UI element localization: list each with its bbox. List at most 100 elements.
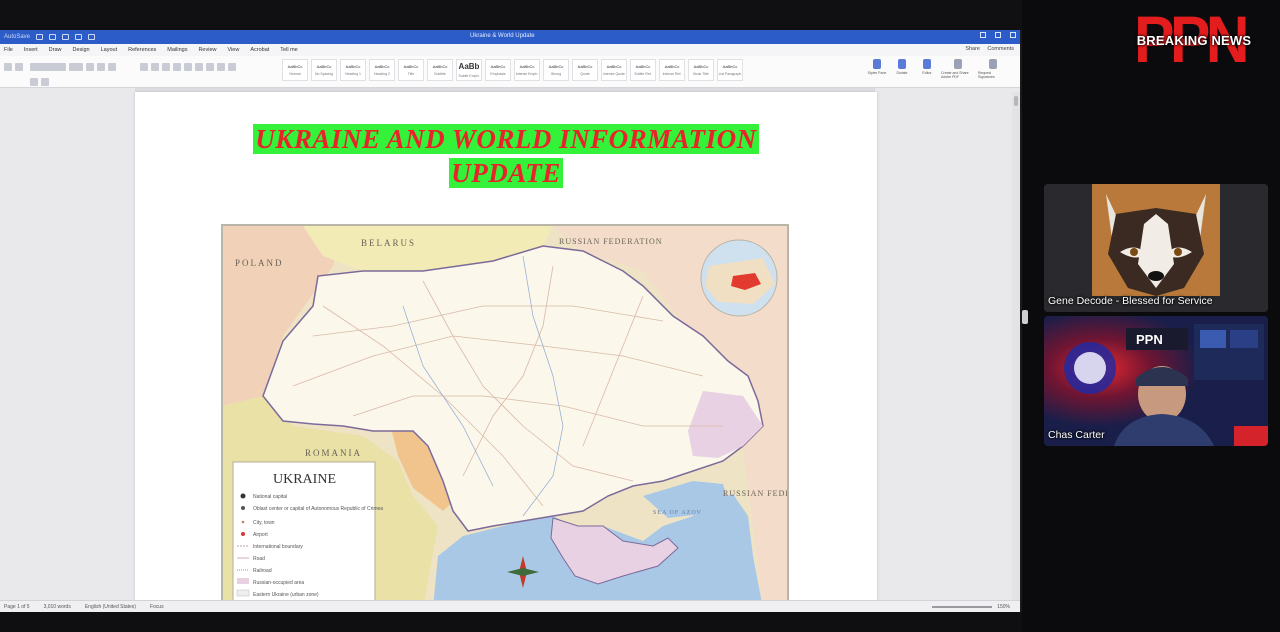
legend-urban-swatch [236,589,250,597]
legend-item-railroad: Railroad [253,568,272,574]
document-page[interactable]: UKRAINE AND WORLD INFORMATION UPDATE BEL… [135,92,877,606]
map-label-russia-east: RUSSIAN FEDERATION [723,489,789,498]
word-title-bar: AutoSave Ukraine & World Update [0,30,1020,44]
svg-text:PPN: PPN [1136,332,1163,347]
legend-item-oblast: Oblast center or capital of Autonomous R… [253,506,383,512]
legend-occupied-swatch [237,578,249,584]
style-intense-quote[interactable]: AaBbCc Intense Quote [601,59,627,81]
line-spacing-icon[interactable] [217,63,225,71]
legend-item-urban: Eastern Ukraine (urban zone) [253,592,319,598]
italic-icon[interactable] [97,63,105,71]
style-title[interactable]: AaBbCc Title [398,59,424,81]
styles-pane-icon [873,59,881,69]
word-window: AutoSave Ukraine & World Update File Ins… [0,30,1020,612]
ukraine-map-image[interactable]: BELARUS POLAND RUSSIAN FEDERATION RUSSIA… [221,224,789,606]
legend-item-boundary: International boundary [253,544,303,550]
align-center-icon[interactable] [195,63,203,71]
tell-me-search[interactable]: Tell me [280,47,297,53]
paste-icon[interactable] [4,63,12,71]
husky-avatar-image [1044,184,1268,312]
underline-icon[interactable] [108,63,116,71]
language-indicator[interactable]: English (United States) [85,604,136,610]
tab-mailings[interactable]: Mailings [167,47,187,53]
scrollbar-thumb[interactable] [1014,96,1018,106]
style-subtle-reference[interactable]: AaBbCc Subtle Ref. [630,59,656,81]
tab-references[interactable]: References [128,47,156,53]
zoom-level[interactable]: 150% [997,604,1010,610]
participant-name-chas-carter: Chas Carter [1048,429,1105,441]
sort-icon[interactable] [173,63,181,71]
ribbon-toolbar: AaBbCc Normal AaBbCc No Spacing AaBbCc Head… [0,56,1020,88]
indent-icon[interactable] [162,63,170,71]
editor-button[interactable]: Editor [916,59,938,81]
tab-file[interactable]: File [4,47,13,53]
align-right-icon[interactable] [206,63,214,71]
redo-icon[interactable] [75,34,83,40]
align-left-icon[interactable] [184,63,192,71]
tools-group: Styles Pane Dictate Editor Create and Sh… [866,59,1008,85]
minimize-icon[interactable] [980,32,986,38]
page-count[interactable]: Page 1 of 5 [4,604,30,610]
style-strong[interactable]: AaBbCc Strong [543,59,569,81]
dictate-button[interactable]: Dictate [891,59,913,81]
undo-icon[interactable] [62,34,70,40]
style-heading-2[interactable]: AaBbCc Heading 2 [369,59,395,81]
vertical-scrollbar[interactable] [1012,92,1020,606]
font-name-select[interactable] [30,63,66,71]
word-status-bar: Page 1 of 5 3,010 words English (United … [0,600,1020,612]
style-emphasis[interactable]: AaBbCc Emphasis [485,59,511,81]
style-quote[interactable]: AaBbCc Quote [572,59,598,81]
tab-design[interactable]: Design [72,47,89,53]
autosave-toggle[interactable]: AutoSave [4,34,30,40]
paragraph-group [140,59,250,85]
request-signatures-button[interactable]: Request Signatures [978,59,1008,81]
clipboard-group [4,59,23,85]
legend-oblast-icon [241,506,245,510]
tab-insert[interactable]: Insert [24,47,38,53]
shading-icon[interactable] [228,63,236,71]
legend-item-capital: National capital [253,494,287,500]
map-label-poland: POLAND [235,258,284,268]
styles-pane-button[interactable]: Styles Pane [866,59,888,81]
home-icon[interactable] [36,34,44,40]
numbering-icon[interactable] [151,63,159,71]
style-intense-reference[interactable]: AaBbCc Intense Ref. [659,59,685,81]
styles-gallery: AaBbCc Normal AaBbCc No Spacing AaBbCc Head… [282,59,743,85]
style-no-spacing[interactable]: AaBbCc No Spacing [311,59,337,81]
close-icon[interactable] [1010,32,1016,38]
font-size-select[interactable] [69,63,83,71]
participant-name-gene-decode: Gene Decode - Blessed for Service [1048,295,1213,307]
cut-icon[interactable] [15,63,23,71]
comments-button[interactable]: Comments [987,46,1014,52]
word-count[interactable]: 3,010 words [44,604,71,610]
bold-icon[interactable] [86,63,94,71]
tab-acrobat[interactable]: Acrobat [250,47,269,53]
share-button[interactable]: Share [965,46,980,52]
style-book-title[interactable]: AaBbCc Book Title [688,59,714,81]
maximize-icon[interactable] [995,32,1001,38]
legend-airport-icon [241,532,245,536]
style-normal[interactable]: AaBbCc Normal [282,59,308,81]
create-pdf-button[interactable]: Create and Share Adobe PDF [941,59,975,81]
save-icon[interactable] [49,34,57,40]
signature-icon [989,59,997,69]
focus-button[interactable]: Focus [150,604,164,610]
participant-tile-chas-carter[interactable]: PPN Chas Carter [1044,316,1268,446]
document-canvas: UKRAINE AND WORLD INFORMATION UPDATE BEL… [0,92,1012,606]
style-heading-1[interactable]: AaBbCc Heading 1 [340,59,366,81]
bullets-icon[interactable] [140,63,148,71]
font-color-icon[interactable] [41,78,49,86]
style-subtitle[interactable]: AaBbCc Subtitle [427,59,453,81]
tab-draw[interactable]: Draw [49,47,62,53]
style-intense-emphasis[interactable]: AaBbCc Intense Emph. [514,59,540,81]
participant-tile-gene-decode[interactable]: Gene Decode - Blessed for Service [1044,184,1268,312]
style-big[interactable]: AaBb Subtle Emph. [456,59,482,81]
highlight-icon[interactable] [30,78,38,86]
legend-item-airport: Airport [253,532,268,538]
style-list-paragraph[interactable]: AaBbCc List Paragraph [717,59,743,81]
zoom-slider[interactable] [932,606,992,608]
tab-review[interactable]: Review [198,47,216,53]
print-icon[interactable] [88,34,96,40]
tab-view[interactable]: View [228,47,240,53]
tab-layout[interactable]: Layout [101,47,118,53]
